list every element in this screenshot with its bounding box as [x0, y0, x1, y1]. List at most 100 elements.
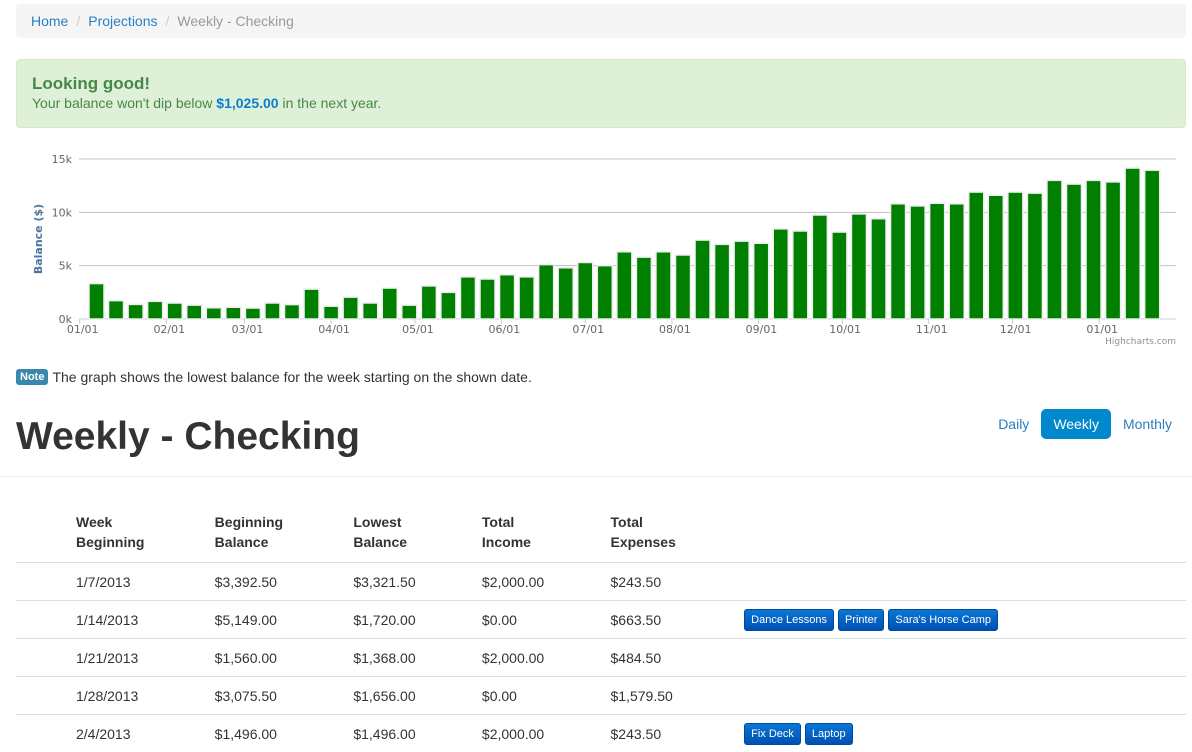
pill-daily[interactable]: Daily: [990, 409, 1037, 439]
chart-bar[interactable]: [616, 251, 633, 320]
chart-bar[interactable]: [537, 263, 555, 320]
chart-bar[interactable]: [479, 278, 496, 320]
chart-bar[interactable]: [870, 217, 887, 320]
breadcrumb-projections-link[interactable]: Projections: [88, 13, 157, 29]
cell-lowest-balance: $1,656.00: [345, 676, 474, 715]
chart-x-tick-label: 09/01: [746, 323, 778, 336]
cell-week-beginning: 1/14/2013: [68, 600, 207, 639]
cell-lowest-balance: $1,720.00: [345, 600, 474, 639]
cell-lowest-balance: $1,496.00: [345, 714, 474, 752]
chart-bar[interactable]: [518, 276, 535, 320]
title-divider: [0, 476, 1192, 477]
chart-bar[interactable]: [303, 288, 320, 320]
chart-bar[interactable]: [1046, 179, 1063, 320]
cell-total-expenses: $1,579.50: [602, 676, 737, 715]
chart-bar[interactable]: [1104, 181, 1122, 320]
chart-bar[interactable]: [166, 302, 183, 320]
chart-bar[interactable]: [381, 287, 398, 320]
alert-text-before: Your balance won't dip below: [32, 95, 217, 111]
chart-bar[interactable]: [440, 291, 457, 320]
chart-x-tick-label: 07/01: [572, 323, 604, 336]
note-text: The graph shows the lowest balance for t…: [52, 369, 532, 385]
chart-bar[interactable]: [127, 303, 144, 320]
chart-x-tick-label: 10/01: [829, 323, 861, 336]
page-title: Weekly - Checking: [16, 415, 360, 458]
chart-bar[interactable]: [772, 228, 789, 320]
chart-bar[interactable]: [322, 305, 340, 320]
chart-x-tick-label: 04/01: [318, 323, 350, 336]
alert-message: Your balance won't dip below $1,025.00 i…: [32, 94, 1170, 112]
table-row: 1/28/2013 $3,075.50 $1,656.00 $0.00 $1,579.5…: [16, 676, 1186, 715]
chart-credits-link[interactable]: Highcharts.com: [1105, 337, 1176, 347]
pill-weekly[interactable]: Weekly: [1041, 409, 1111, 439]
breadcrumb-current: Weekly - Checking: [177, 13, 294, 29]
chart-bar[interactable]: [811, 214, 829, 320]
chart-bar[interactable]: [107, 299, 125, 320]
cell-total-income: $0.00: [473, 600, 603, 639]
chart-x-tick-label: 12/01: [1000, 323, 1032, 336]
chart-bar[interactable]: [264, 302, 281, 320]
chart-bar[interactable]: [459, 276, 477, 320]
chart-bar[interactable]: [596, 264, 614, 320]
chart-bar[interactable]: [1007, 191, 1024, 320]
chart-bar[interactable]: [225, 306, 242, 320]
chart-bar[interactable]: [186, 304, 203, 320]
expense-tag-button[interactable]: Dance Lessons: [744, 608, 834, 631]
chart-bar[interactable]: [401, 304, 418, 320]
chart-bar[interactable]: [694, 239, 711, 320]
chart-bar[interactable]: [850, 213, 868, 320]
chart-bar[interactable]: [948, 203, 965, 320]
chart-x-tick-label: 05/01: [402, 323, 434, 336]
chart-bar[interactable]: [792, 230, 809, 320]
pill-monthly[interactable]: Monthly: [1115, 409, 1180, 439]
expense-tag-button[interactable]: Fix Deck: [744, 722, 801, 745]
chart-note: Note The graph shows the lowest balance …: [16, 369, 532, 385]
expense-tag-button[interactable]: Printer: [837, 608, 885, 631]
chart-bar[interactable]: [283, 303, 301, 320]
chart-bar[interactable]: [420, 285, 438, 320]
row-spacer: [16, 676, 68, 715]
chart-bar[interactable]: [577, 261, 594, 320]
chart-bar[interactable]: [752, 242, 770, 320]
chart-bar[interactable]: [498, 273, 516, 320]
chart-x-tick-label: 02/01: [153, 323, 185, 336]
chart-bar[interactable]: [1143, 169, 1161, 320]
chart-x-tick-labels: 01/01 02/01 03/01 04/01 05/01 06/01 07/01 08/01…: [67, 319, 1118, 336]
chart-bar[interactable]: [928, 202, 946, 320]
cell-week-beginning: 2/4/2013: [68, 714, 207, 752]
note-badge: Note: [16, 369, 49, 385]
lowest-balance-amount: $1,025.00: [216, 95, 279, 111]
chart-bar[interactable]: [733, 240, 750, 320]
chart-bar[interactable]: [987, 194, 1005, 320]
chart-bar[interactable]: [557, 267, 574, 320]
cell-beginning-balance: $1,496.00: [206, 714, 346, 752]
chart-bar[interactable]: [146, 300, 164, 320]
weekly-projection-table: Week Beginning Beginning Balance Lowest Bal…: [16, 512, 1186, 752]
chart-bar[interactable]: [1124, 167, 1141, 320]
chart-bar[interactable]: [889, 203, 907, 320]
chart-bar[interactable]: [635, 256, 653, 320]
chart-bar[interactable]: [674, 254, 692, 320]
chart-bar[interactable]: [655, 251, 672, 320]
expense-tag-button[interactable]: Sara's Horse Camp: [888, 608, 999, 631]
view-toggle-pills: Daily Weekly Monthly: [986, 409, 1180, 439]
chart-bar[interactable]: [831, 231, 848, 320]
chart-bar[interactable]: [1085, 179, 1102, 320]
chart-bar[interactable]: [968, 191, 985, 320]
chart-x-tick-label: 08/01: [659, 323, 691, 336]
chart-bar[interactable]: [244, 307, 262, 320]
cell-total-expenses: $484.50: [602, 638, 737, 677]
cell-total-income: $2,000.00: [473, 562, 603, 601]
breadcrumb-home-link[interactable]: Home: [31, 13, 68, 29]
chart-bar[interactable]: [713, 243, 731, 320]
chart-bar[interactable]: [361, 302, 379, 320]
chart-bar[interactable]: [909, 205, 926, 320]
chart-bar[interactable]: [1026, 192, 1044, 320]
chart-bar[interactable]: [1065, 183, 1083, 320]
chart-bar[interactable]: [205, 307, 223, 320]
chart-bar[interactable]: [342, 296, 359, 320]
expense-tag-button[interactable]: Laptop: [804, 722, 853, 745]
breadcrumb-separator: /: [76, 13, 81, 29]
chart-bar[interactable]: [88, 282, 105, 320]
cell-expense-tags: [736, 638, 1186, 677]
